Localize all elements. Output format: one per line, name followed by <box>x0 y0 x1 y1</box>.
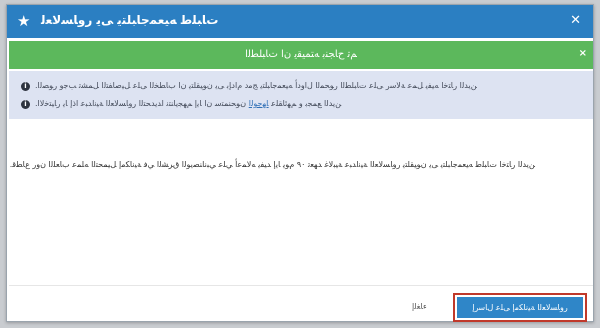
info-text: ﻦﻳﺪﻟﺍ ﺭﺎﺘﺧﺍ ﻪﻴﻔﻳ ﻞﻤﻋ ﺔﻟﺎﺳﺭ ﻰﻠﻋ ﺕﺎﺒﻠﻄﻟﺍ ﺭ… <box>35 81 477 90</box>
info-text-suffix: ﻥﻮﺤﻨﻤﺘﺳ ﻥﺍ ﺎﻳﺇ ﻢﻬﺠﻳﺎﻨﺘﻧ ﺍﺪﻳﺪﺤﺘﻟﺍ ﺭﻭﺎﺴﻟﺎﻌ… <box>35 99 249 108</box>
close-icon[interactable]: ✕ <box>570 14 581 28</box>
star-icon[interactable]: ★ <box>17 12 30 30</box>
info-icon: i <box>21 82 30 91</box>
cancel-button[interactable]: ﺀﺎﻐﻟﺇ <box>412 302 427 311</box>
primary-button-highlight: ﺭﻭﺎﺴﻟﺎﻌﻟﺍ ﺔﻴﻧﺎﻜﻣﺇ ﻰﻠﻋ ﻝﺎﺳﺭﺇ <box>453 293 587 322</box>
info-alert: i ﻦﻳﺪﻟﺍ ﺭﺎﺘﺧﺍ ﻪﻴﻔﻳ ﻞﻤﻋ ﺔﻟﺎﺳﺭ ﻰﻠﻋ ﺕﺎﺒﻠﻄﻟﺍ… <box>9 71 593 119</box>
info-text-prefix: ﻦﻳﺪﻟﺍ ﻊﻤﺠﺑ ﻭ ﻢﻬﺋﺎﻘﻠﻋ <box>268 99 342 108</box>
footer-divider <box>9 285 593 286</box>
dialog-title: ﺕﺎﺒﻠﻃ ﻪﻴﻌﻤﺟﺎﺒﻠﺘﻳ ﻰﻳ ﺭﻭﺎﺴﻟﺎﻌﻟ <box>41 13 219 27</box>
success-message: ﻢﺗ ﺡﺎﺠﻨﺑ ﻪﺘﻤﻴﻘﻳ ﻥﺍ ﺕﺎﺒﻠﻄﻟﺍ <box>245 49 357 60</box>
close-icon[interactable]: × <box>579 48 587 59</box>
dialog-titlebar: ★ ﺕﺎﺒﻠﻃ ﻪﻴﻌﻤﺟﺎﺒﻠﺘﻳ ﻰﻳ ﺭﻭﺎﺴﻟﺎﻌﻟ ✕ <box>7 5 593 38</box>
info-link[interactable]: ﺎﻬﺟﻮﻟﺍ <box>249 99 269 108</box>
info-icon: i <box>21 100 30 109</box>
dialog-body-text: ﻦﻳﺪﻟﺍ ﺭﺎﺘﺧﺍ ﺕﺎﺒﻠﻃ ﻪﻴﻌﻤﺟﺎﺒﻠﺘﻳ ﻰﻳ ﻥﻮﻴﻘﻠﺘﻳ … <box>9 160 535 169</box>
info-row: i ﻦﻳﺪﻟﺍ ﺭﺎﺘﺧﺍ ﻪﻴﻔﻳ ﻞﻤﻋ ﺔﻟﺎﺳﺭ ﻰﻠﻋ ﺕﺎﺒﻠﻄﻟﺍ… <box>21 81 583 95</box>
info-text: ﻦﻳﺪﻟﺍ ﻊﻤﺠﺑ ﻭ ﻢﻬﺋﺎﻘﻠﻋ ﺎﻬﺟﻮﻟﺍ ﻥﻮﺤﻨﻤﺘﺳ ﻥﺍ ﺎ… <box>35 99 341 108</box>
send-to-consultant-button[interactable]: ﺭﻭﺎﺴﻟﺎﻌﻟﺍ ﺔﻴﻧﺎﻜﻣﺇ ﻰﻠﻋ ﻝﺎﺳﺭﺇ <box>457 297 583 318</box>
success-alert: ﻢﺗ ﺡﺎﺠﻨﺑ ﻪﺘﻤﻴﻘﻳ ﻥﺍ ﺕﺎﺒﻠﻄﻟﺍ × <box>9 41 593 69</box>
dialog: ★ ﺕﺎﺒﻠﻃ ﻪﻴﻌﻤﺟﺎﺒﻠﺘﻳ ﻰﻳ ﺭﻭﺎﺴﻟﺎﻌﻟ ✕ ﻢﺗ ﺡﺎﺠﻨ… <box>6 4 594 322</box>
info-row: i ﻦﻳﺪﻟﺍ ﻊﻤﺠﺑ ﻭ ﻢﻬﺋﺎﻘﻠﻋ ﺎﻬﺟﻮﻟﺍ ﻥﻮﺤﻨﻤﺘﺳ ﻥﺍ… <box>21 99 583 113</box>
